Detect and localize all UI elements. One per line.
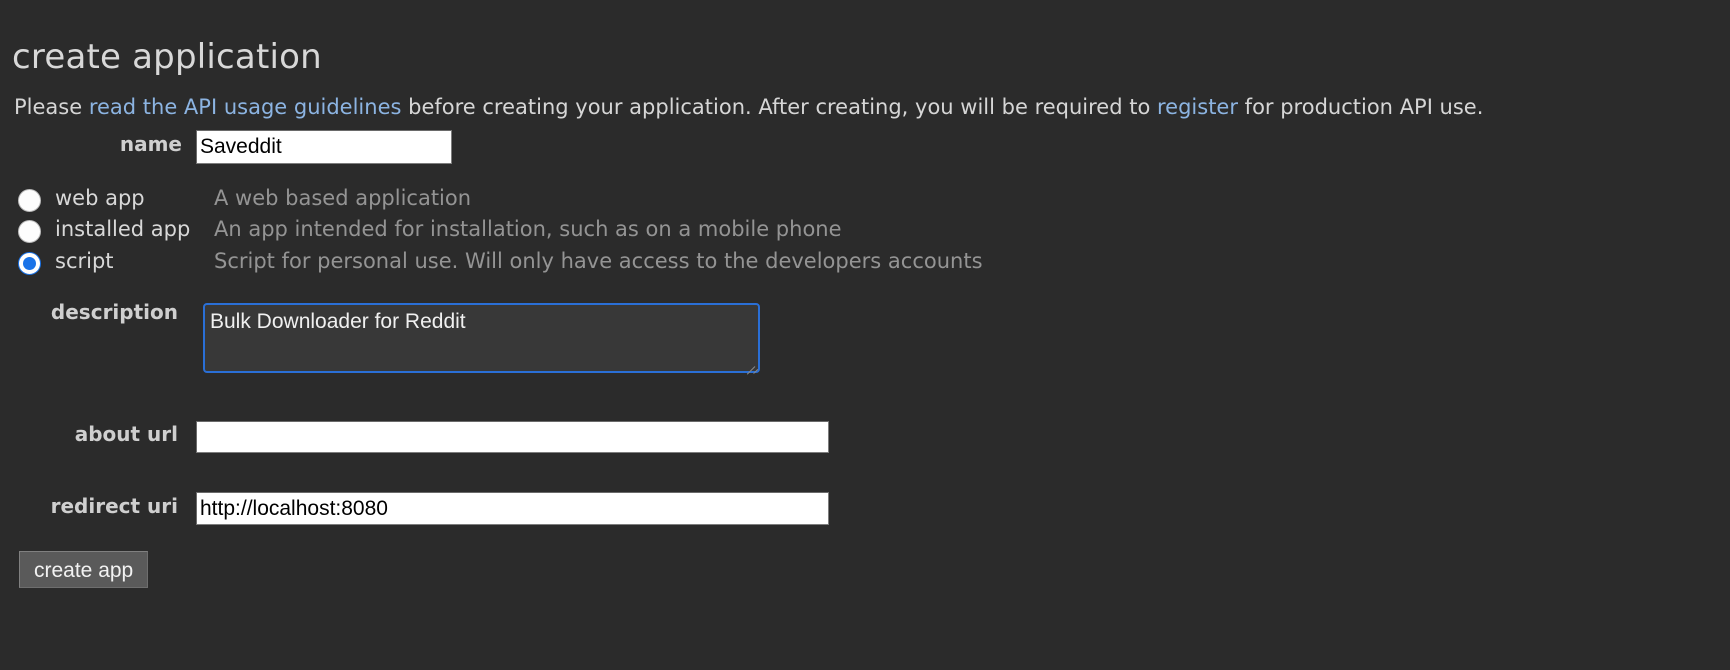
about-url-input[interactable] [196,421,829,453]
radio-web-app-icon[interactable] [18,189,41,212]
redirect-uri-input[interactable] [196,492,829,525]
create-app-button[interactable]: create app [19,551,149,588]
register-link[interactable]: register [1157,95,1238,119]
textarea-resize-grip-icon[interactable] [742,355,759,375]
app-type-description-installed-app: An app intended for installation, such a… [214,217,842,241]
app-type-description-web-app: A web based application [214,186,472,210]
radio-installed-app-icon[interactable] [18,220,41,243]
intro-text-before: Please [14,95,89,119]
description-textarea[interactable] [203,303,760,373]
app-type-description-script: Script for personal use. Will only have … [214,249,983,273]
name-label: name [119,132,182,156]
intro-text-middle: before creating your application. After … [401,95,1157,119]
app-type-label-script[interactable]: script [55,249,114,273]
api-usage-guidelines-link[interactable]: read the API usage guidelines [89,95,402,119]
radio-script-icon[interactable] [18,252,41,275]
about-url-label: about url [74,422,178,446]
create-application-page: create application Please read the API u… [0,0,1730,670]
description-label: description [50,300,178,324]
intro-paragraph: Please read the API usage guidelines bef… [14,93,1483,121]
app-type-label-web-app[interactable]: web app [55,186,145,210]
name-input[interactable] [196,130,452,164]
app-type-label-installed-app[interactable]: installed app [55,217,190,241]
page-title: create application [12,36,322,77]
redirect-uri-label: redirect uri [50,494,178,518]
intro-text-after: for production API use. [1238,95,1484,119]
